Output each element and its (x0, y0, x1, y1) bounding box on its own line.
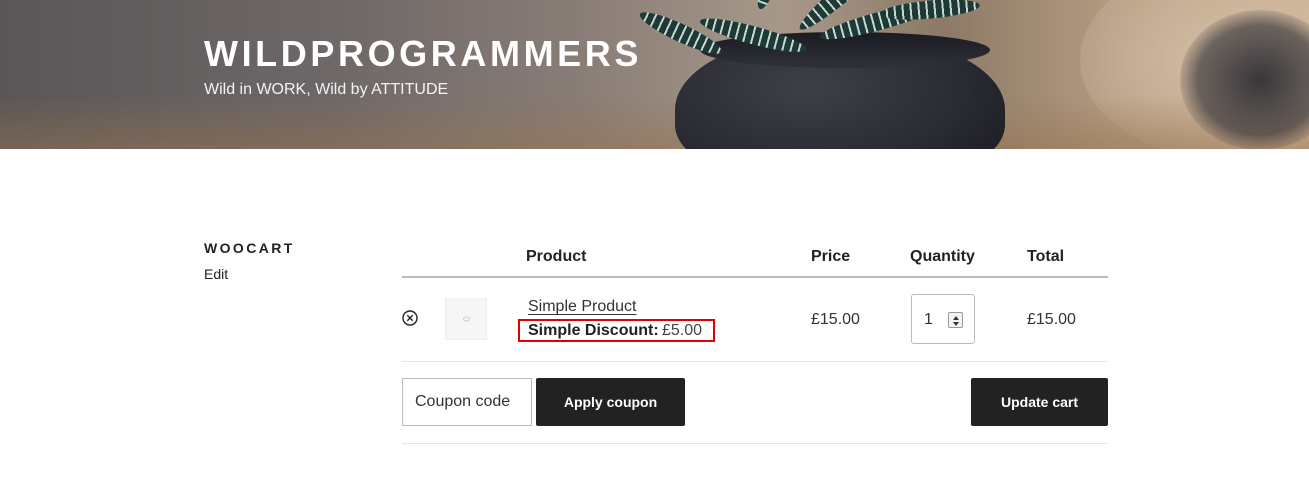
column-header-price: Price (811, 248, 851, 265)
item-price: £15.00 (811, 311, 860, 328)
quantity-value[interactable]: 1 (924, 311, 933, 329)
column-header-quantity: Quantity (910, 248, 975, 265)
update-cart-button[interactable]: Update cart (971, 378, 1108, 426)
placeholder-image-icon (463, 316, 470, 322)
item-total: £15.00 (1027, 311, 1076, 328)
item-meta-value: £5.00 (662, 322, 703, 339)
table-header-divider (402, 276, 1108, 278)
quantity-spinner[interactable] (948, 312, 963, 328)
apply-coupon-button[interactable]: Apply coupon (536, 378, 685, 426)
remove-item-icon[interactable] (402, 310, 418, 326)
site-tagline: Wild in WORK, Wild by ATTITUDE (204, 81, 449, 98)
site-title[interactable]: WILDPROGRAMMERS (204, 33, 642, 75)
spinner-down-icon[interactable] (953, 322, 959, 326)
header-plant-leaf (751, 0, 800, 13)
column-header-product: Product (526, 248, 587, 265)
page-title: WOOCART (204, 240, 295, 256)
edit-link[interactable]: Edit (204, 266, 228, 282)
actions-divider (402, 443, 1108, 444)
coupon-code-input[interactable]: Coupon code (402, 378, 532, 426)
item-meta-label: Simple Discount: (528, 322, 659, 339)
site-header: WILDPROGRAMMERS Wild in WORK, Wild by AT… (0, 0, 1309, 149)
product-thumbnail[interactable] (445, 298, 487, 340)
product-name-link[interactable]: Simple Product (528, 298, 637, 316)
column-header-total: Total (1027, 248, 1065, 265)
spinner-up-icon[interactable] (953, 316, 959, 320)
header-plant-leaf (636, 5, 726, 61)
quantity-stepper[interactable]: 1 (911, 294, 975, 344)
header-background-table (0, 95, 1309, 149)
row-divider (402, 361, 1108, 362)
